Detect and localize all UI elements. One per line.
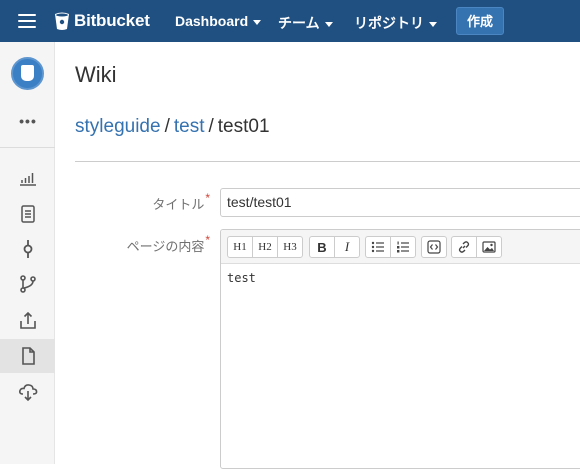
nav-repositories[interactable]: リポジトリ	[354, 13, 437, 33]
breadcrumb-styleguide-link[interactable]: styleguide	[75, 116, 161, 137]
caret-down-icon	[253, 19, 262, 25]
caret-down-icon	[429, 21, 437, 27]
menu-icon[interactable]	[18, 14, 36, 28]
title-label-text: タイトル	[152, 197, 205, 212]
code-button[interactable]	[421, 236, 447, 258]
repo-sidebar: •••	[0, 42, 55, 464]
brand-name: Bitbucket	[74, 11, 150, 30]
stats-icon	[19, 173, 36, 186]
nav-dashboard-label: Dashboard	[175, 13, 249, 29]
insert-button-group	[451, 236, 502, 258]
bullet-list-icon	[371, 241, 384, 253]
sidebar-item-commits[interactable]	[0, 232, 55, 266]
heading-2-button[interactable]: H2	[252, 236, 278, 258]
content-label-text: ページの内容	[126, 239, 205, 254]
nav-repositories-label: リポジトリ	[354, 15, 424, 31]
editor-toolbar: H1 H2 H3 B I	[221, 230, 580, 264]
breadcrumb: styleguide / test / test01	[75, 116, 270, 138]
section-divider	[75, 161, 580, 162]
heading-3-button[interactable]: H3	[277, 236, 303, 258]
heading-button-group: H1 H2 H3	[227, 236, 303, 258]
image-button[interactable]	[476, 236, 502, 258]
list-button-group	[365, 236, 416, 258]
top-navigation-bar: Bitbucket Dashboard チーム リポジトリ 作成	[0, 0, 580, 42]
sidebar-item-source[interactable]	[0, 197, 55, 231]
nav-teams-label: チーム	[278, 15, 320, 31]
sidebar-item-wiki[interactable]	[0, 339, 55, 373]
bullet-list-button[interactable]	[365, 236, 391, 258]
bold-button[interactable]: B	[309, 236, 335, 258]
breadcrumb-current-page: test01	[217, 116, 270, 137]
nav-dashboard[interactable]: Dashboard	[175, 13, 262, 29]
content-editor[interactable]: H1 H2 H3 B I test	[220, 229, 580, 469]
downloads-icon	[18, 384, 37, 402]
text-style-button-group: B I	[309, 236, 360, 258]
breadcrumb-separator: /	[164, 116, 170, 137]
content-label: ページの内容*	[126, 233, 210, 255]
heading-1-button[interactable]: H1	[227, 236, 253, 258]
image-icon	[482, 241, 496, 253]
more-icon[interactable]: •••	[17, 114, 39, 128]
sidebar-item-pull-requests[interactable]	[0, 303, 55, 337]
link-button[interactable]	[451, 236, 477, 258]
repo-avatar[interactable]	[11, 57, 44, 90]
source-icon	[20, 205, 35, 223]
commits-icon	[23, 240, 32, 258]
repo-avatar-cup-icon	[21, 65, 34, 81]
numbered-list-icon	[397, 241, 409, 253]
title-input[interactable]: test/test01	[220, 188, 580, 217]
sidebar-item-overview[interactable]	[0, 161, 55, 195]
code-button-group	[421, 236, 447, 258]
required-marker: *	[205, 233, 210, 247]
wiki-icon	[21, 347, 35, 365]
editor-content[interactable]: test	[227, 271, 256, 285]
breadcrumb-test-link[interactable]: test	[174, 116, 205, 137]
page-title: Wiki	[75, 62, 117, 87]
link-icon	[458, 241, 470, 253]
pull-requests-icon	[19, 311, 36, 329]
title-label: タイトル*	[152, 191, 210, 213]
nav-teams[interactable]: チーム	[278, 13, 333, 33]
sidebar-item-downloads[interactable]	[0, 375, 55, 409]
caret-down-icon	[324, 21, 333, 27]
code-icon	[427, 240, 441, 254]
create-button[interactable]: 作成	[456, 7, 504, 35]
numbered-list-button[interactable]	[390, 236, 416, 258]
branches-icon	[19, 275, 36, 293]
bitbucket-logo[interactable]: Bitbucket	[54, 10, 150, 32]
breadcrumb-separator: /	[208, 116, 214, 137]
bitbucket-bucket-icon	[55, 12, 69, 30]
sidebar-item-branches[interactable]	[0, 267, 55, 301]
italic-button[interactable]: I	[334, 236, 360, 258]
required-marker: *	[205, 191, 210, 205]
sidebar-divider	[0, 147, 55, 148]
